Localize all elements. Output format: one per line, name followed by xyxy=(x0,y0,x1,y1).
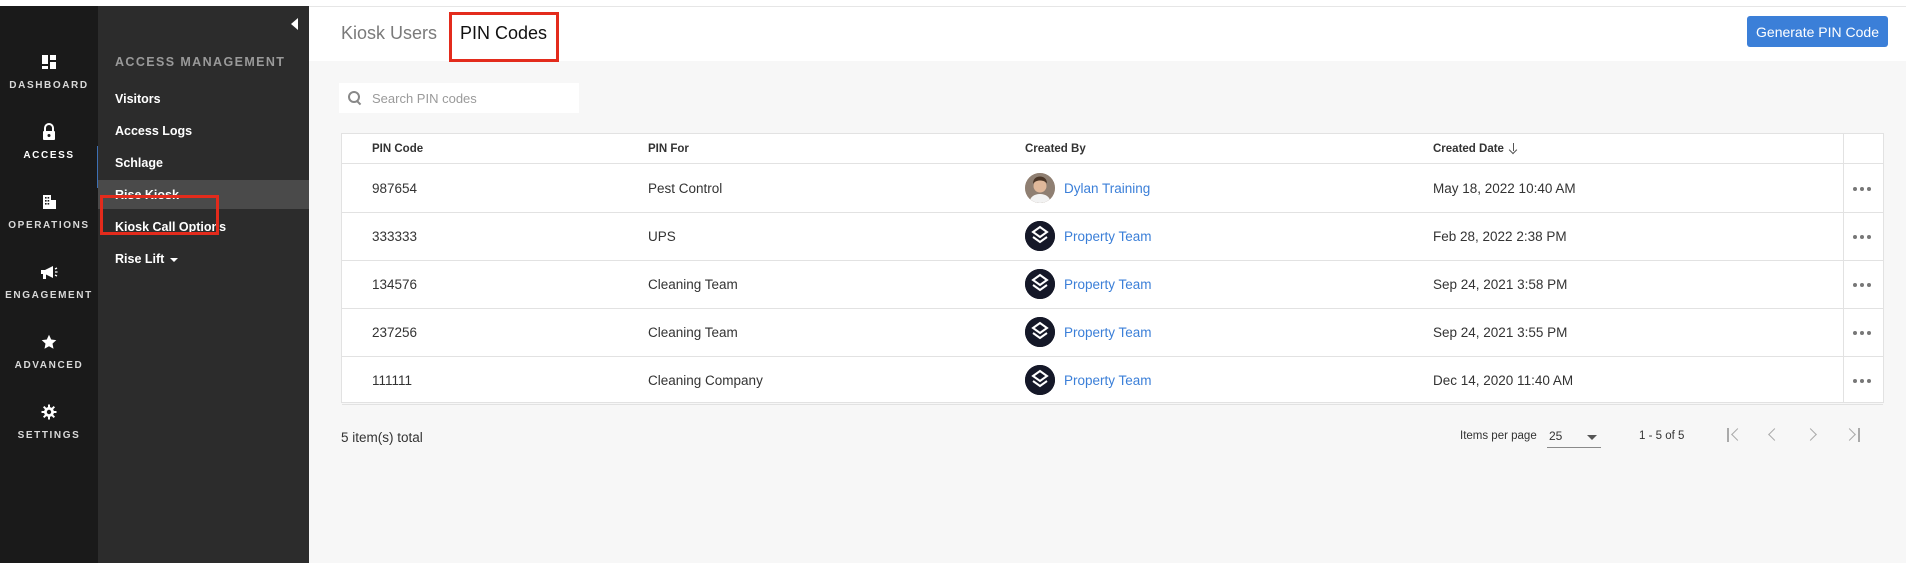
header-pin-for[interactable]: PIN For xyxy=(648,143,689,155)
avatar xyxy=(1025,317,1055,347)
created-by-link[interactable]: Property Team xyxy=(1064,229,1152,244)
rail-item-label: OPERATIONS xyxy=(8,220,90,231)
items-per-page-select[interactable]: 25 xyxy=(1547,426,1601,448)
rail-item-label: SETTINGS xyxy=(17,430,81,441)
next-page-button[interactable] xyxy=(1803,424,1825,446)
pin-for-cell: Pest Control xyxy=(648,181,723,196)
pin-codes-table: PIN Code PIN For Created By Created Date… xyxy=(341,133,1884,405)
building-icon xyxy=(39,192,59,212)
subnav-item-label: Rise Lift xyxy=(115,251,165,266)
first-page-icon xyxy=(1727,428,1729,442)
last-page-button[interactable] xyxy=(1843,424,1865,446)
created-date-cell: Dec 14, 2020 11:40 AM xyxy=(1433,373,1574,388)
table-row[interactable]: 237256 Cleaning Team Property Team Sep 2… xyxy=(342,309,1883,357)
pin-for-cell: Cleaning Team xyxy=(648,325,738,340)
dashboard-icon xyxy=(39,52,59,72)
items-per-page-label: Items per page xyxy=(1460,430,1537,442)
rail-item-label: ADVANCED xyxy=(14,360,84,371)
subnav-item-label: Rise Kiosk xyxy=(115,187,179,202)
subnav-item-label: Kiosk Call Options xyxy=(115,219,227,234)
pin-for-cell: UPS xyxy=(648,229,676,244)
rail-item-access[interactable]: ACCESS xyxy=(0,122,98,192)
prev-page-button[interactable] xyxy=(1763,424,1785,446)
rail-item-advanced[interactable]: ADVANCED xyxy=(0,332,98,402)
subnav-item-label: Access Logs xyxy=(115,123,193,138)
created-by-link[interactable]: Property Team xyxy=(1064,373,1152,388)
chevron-right-icon xyxy=(1804,428,1817,441)
generate-pin-code-button[interactable]: Generate PIN Code xyxy=(1747,16,1888,47)
page-range: 1 - 5 of 5 xyxy=(1639,430,1685,442)
star-icon xyxy=(39,332,59,352)
tab-pin-codes[interactable]: PIN Codes xyxy=(460,23,547,44)
avatar xyxy=(1025,173,1055,203)
rail-item-label: ENGAGEMENT xyxy=(5,290,93,301)
collapse-nav-icon[interactable] xyxy=(288,16,300,32)
tab-bar: Kiosk Users PIN Codes Generate PIN Code xyxy=(309,6,1906,61)
rail-item-settings[interactable]: SETTINGS xyxy=(0,402,98,472)
rail-item-dashboard[interactable]: DASHBOARD xyxy=(0,52,98,122)
pin-code-cell: 237256 xyxy=(372,325,418,340)
header-created-date[interactable]: Created Date xyxy=(1433,143,1518,155)
subnav-item-rise-kiosk[interactable]: Rise Kiosk xyxy=(98,180,309,209)
pin-for-cell: Cleaning Team xyxy=(648,277,738,292)
tab-kiosk-users[interactable]: Kiosk Users xyxy=(341,23,437,44)
pin-for-cell: Cleaning Company xyxy=(648,373,763,388)
avatar xyxy=(1025,365,1055,395)
dropdown-arrow-icon xyxy=(1587,435,1597,440)
table-row[interactable]: 134576 Cleaning Team Property Team Sep 2… xyxy=(342,261,1883,309)
items-total: 5 item(s) total xyxy=(341,430,423,445)
avatar xyxy=(1025,221,1055,251)
table-row[interactable]: 333333 UPS Property Team Feb 28, 2022 2:… xyxy=(342,213,1883,261)
created-by-link[interactable]: Property Team xyxy=(1064,277,1152,292)
created-date-cell: Feb 28, 2022 2:38 PM xyxy=(1433,229,1567,244)
pin-code-cell: 111111 xyxy=(372,373,413,388)
icon-rail: DASHBOARD ACCESS OPERATIONS ENGAGEMENT A… xyxy=(0,6,98,563)
header-created-date-label: Created Date xyxy=(1433,143,1504,155)
search-input[interactable] xyxy=(372,90,572,106)
chevron-left-icon xyxy=(1768,428,1781,441)
last-page-icon xyxy=(1843,428,1856,441)
table-row[interactable]: 111111 Cleaning Company Property Team De… xyxy=(342,357,1883,405)
items-per-page-value: 25 xyxy=(1549,429,1563,443)
actions-column xyxy=(1843,134,1883,402)
pin-code-cell: 333333 xyxy=(372,229,418,244)
subnav-item-kiosk-call-options[interactable]: Kiosk Call Options xyxy=(98,212,309,241)
sort-down-icon xyxy=(1510,143,1518,153)
main-content: Kiosk Users PIN Codes Generate PIN Code … xyxy=(309,6,1906,563)
first-page-button[interactable] xyxy=(1723,424,1745,446)
subnav-item-access-logs[interactable]: Access Logs xyxy=(98,116,309,145)
subnav-item-label: Visitors xyxy=(115,91,161,106)
pin-code-cell: 134576 xyxy=(372,277,418,292)
rail-item-label: DASHBOARD xyxy=(9,80,89,91)
gear-icon xyxy=(39,402,59,422)
search-box[interactable] xyxy=(339,83,579,113)
avatar xyxy=(1025,269,1055,299)
subnav-item-schlage[interactable]: Schlage xyxy=(98,148,309,177)
search-icon xyxy=(348,91,362,105)
subnav-heading: ACCESS MANAGEMENT xyxy=(115,55,286,69)
chevron-down-icon xyxy=(170,257,179,262)
header-pin-code[interactable]: PIN Code xyxy=(372,143,423,155)
created-date-cell: Sep 24, 2021 3:55 PM xyxy=(1433,325,1568,340)
rail-item-label: ACCESS xyxy=(23,150,75,161)
lock-icon xyxy=(39,122,59,142)
subnav-item-rise-lift[interactable]: Rise Lift xyxy=(98,244,309,273)
table-row[interactable]: 987654 Pest Control Dylan Training May 1… xyxy=(342,165,1883,213)
created-date-cell: May 18, 2022 10:40 AM xyxy=(1433,181,1576,196)
created-date-cell: Sep 24, 2021 3:58 PM xyxy=(1433,277,1568,292)
created-by-link[interactable]: Property Team xyxy=(1064,325,1152,340)
rail-item-engagement[interactable]: ENGAGEMENT xyxy=(0,262,98,332)
table-header: PIN Code PIN For Created By Created Date xyxy=(342,134,1883,164)
megaphone-icon xyxy=(39,262,59,282)
rail-item-operations[interactable]: OPERATIONS xyxy=(0,192,98,262)
subnav-item-visitors[interactable]: Visitors xyxy=(98,84,309,113)
subnav-item-label: Schlage xyxy=(115,155,163,170)
header-created-by[interactable]: Created By xyxy=(1025,143,1086,155)
secondary-nav: ACCESS MANAGEMENT Visitors Access Logs S… xyxy=(98,6,309,563)
pin-code-cell: 987654 xyxy=(372,181,418,196)
created-by-link[interactable]: Dylan Training xyxy=(1064,181,1150,196)
